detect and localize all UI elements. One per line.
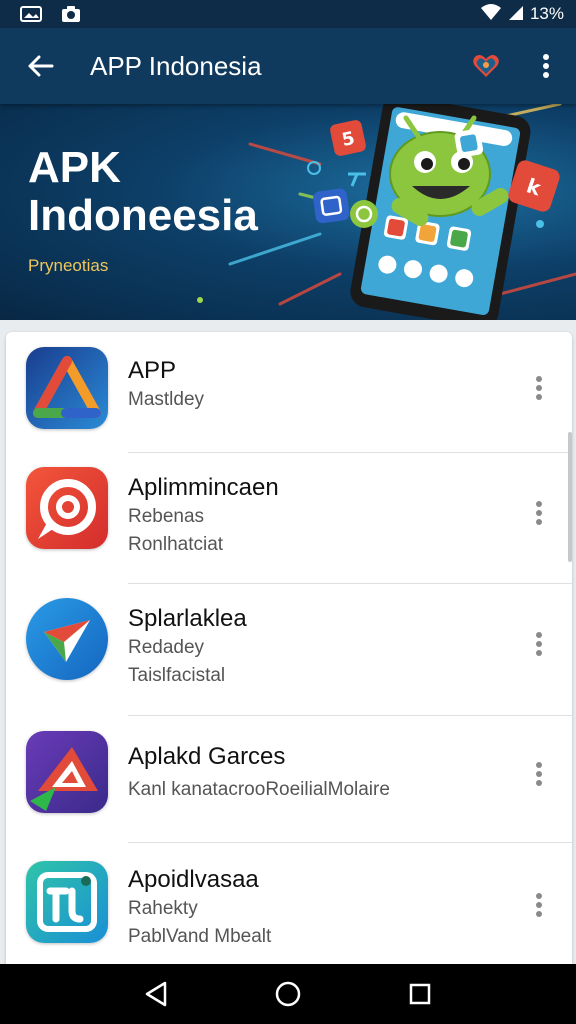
app-title: APP	[128, 357, 177, 384]
more-vert-icon	[536, 632, 542, 656]
app-title: Aplakd Garces	[128, 743, 286, 770]
app-icon	[26, 598, 108, 680]
app-icon	[26, 467, 108, 549]
square-recents-icon	[409, 983, 431, 1005]
app-bar: APP Indonesia	[0, 28, 576, 104]
more-vert-icon	[543, 54, 549, 78]
app-subtitle: Mastldey	[128, 389, 205, 410]
more-vert-icon	[536, 501, 542, 525]
status-bar: 13%	[0, 0, 576, 28]
app-description: Taislfacistal	[128, 665, 226, 686]
banner-title-line2: Indoneesia	[28, 191, 258, 240]
app-subtitle: Redadey	[128, 637, 205, 658]
banner-subtitle: Pryneotias	[28, 256, 109, 275]
nav-back-button[interactable]	[126, 964, 186, 1024]
app-title: Aplimmincaen	[128, 474, 279, 501]
list-item[interactable]: Aplakd Garces Kanl kanatacrooRoeilialMol…	[6, 716, 572, 842]
wifi-icon	[480, 3, 502, 26]
signal-icon	[508, 3, 524, 26]
triangle-back-icon	[145, 981, 167, 1007]
app-subtitle: Rahekty	[128, 898, 198, 919]
app-title: APP Indonesia	[90, 50, 262, 81]
nav-home-button[interactable]	[258, 964, 318, 1024]
heart-icon	[473, 55, 499, 77]
banner-title: APK Indoneesia	[28, 144, 258, 240]
more-vert-icon	[536, 762, 542, 786]
app-description: PablVand Mbealt	[128, 926, 272, 947]
item-more-button[interactable]	[524, 368, 554, 408]
more-vert-icon	[536, 893, 542, 917]
favorite-button[interactable]	[456, 28, 516, 104]
system-nav-bar	[0, 964, 576, 1024]
item-more-button[interactable]	[524, 885, 554, 925]
promo-banner[interactable]: 5 k APK Indoneesia Pryneotias	[0, 104, 576, 320]
circle-home-icon	[275, 981, 301, 1007]
item-more-button[interactable]	[524, 754, 554, 794]
back-arrow-icon	[28, 55, 54, 77]
camera-icon	[60, 5, 82, 23]
more-vert-icon	[536, 376, 542, 400]
battery-text: 13%	[529, 4, 564, 23]
list-item[interactable]: Apoidlvasaa Rahekty PablVand Mbealt	[6, 843, 572, 972]
app-icon	[26, 861, 108, 943]
app-title: Apoidlvasaa	[128, 866, 259, 893]
app-description: Ronlhatciat	[128, 534, 224, 555]
list-item[interactable]: Splarlaklea Redadey Taislfacistal	[6, 584, 572, 715]
banner-title-line1: APK	[28, 143, 121, 192]
app-icon	[26, 731, 108, 813]
overflow-menu-button[interactable]	[516, 28, 576, 104]
item-more-button[interactable]	[524, 624, 554, 664]
back-button[interactable]	[0, 28, 80, 104]
scrollbar[interactable]	[568, 432, 572, 562]
app-title: Splarlaklea	[128, 605, 247, 632]
app-subtitle: Kanl kanatacrooRoeilialMolaire	[128, 779, 390, 800]
app-list: APP Mastldey Aplimmincaen Rebenas Ronlha…	[6, 332, 572, 972]
image-icon	[20, 5, 42, 23]
list-item[interactable]: APP Mastldey	[6, 332, 572, 452]
item-more-button[interactable]	[524, 493, 554, 533]
list-item[interactable]: Aplimmincaen Rebenas Ronlhatciat	[6, 453, 572, 583]
nav-recents-button[interactable]	[390, 964, 450, 1024]
app-icon	[26, 347, 108, 429]
app-subtitle: Rebenas	[128, 506, 205, 527]
